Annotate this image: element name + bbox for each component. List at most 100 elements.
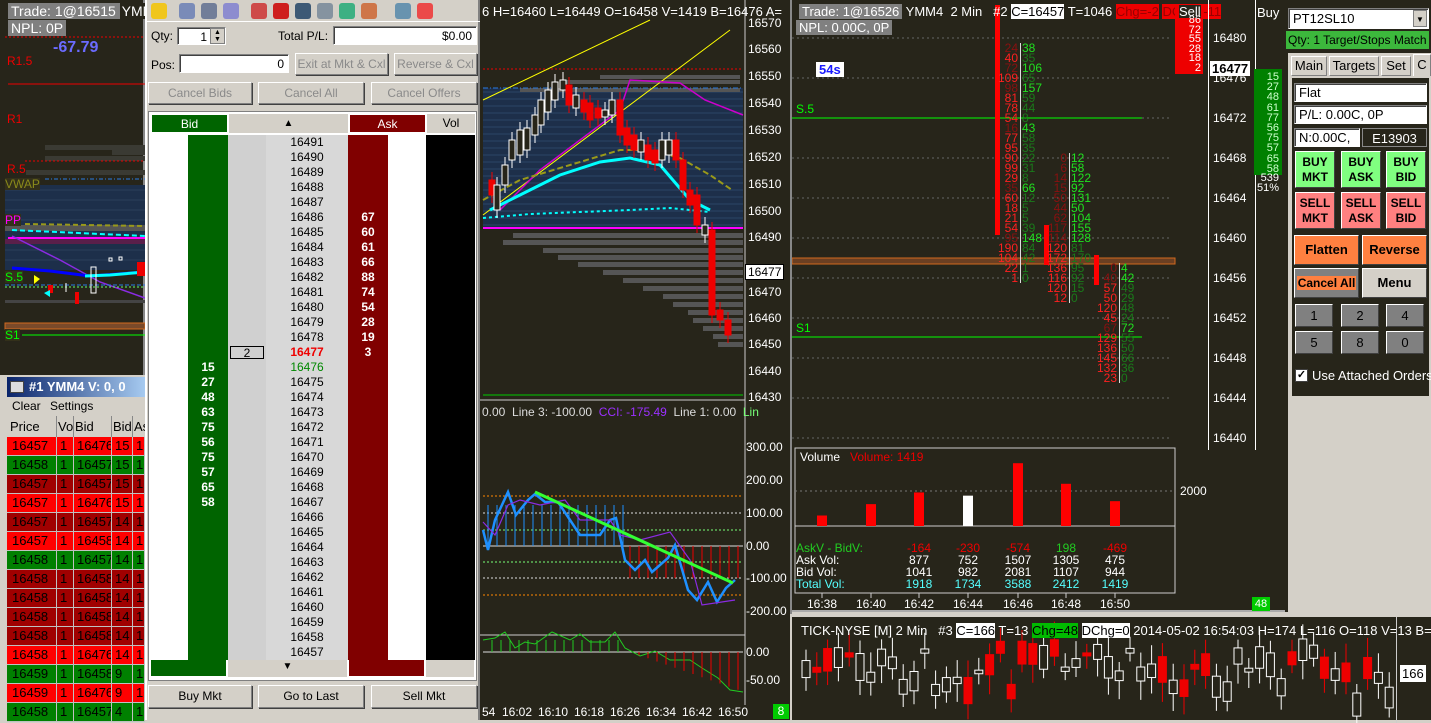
bid-order-cell[interactable]	[150, 210, 188, 225]
footprint-chart[interactable]: 24 38 40 35 72 106 109 65 98 157 81 59 78 44 54 8 16 43 77…	[792, 0, 1285, 612]
bid-order-cell[interactable]	[150, 345, 188, 360]
sell-bid-button[interactable]: SELL BID	[1386, 192, 1426, 229]
chevron-down-icon[interactable]: ▼	[1413, 10, 1427, 27]
ladder-row[interactable]: 57 16469	[150, 465, 475, 480]
ask-order-cell[interactable]	[388, 390, 426, 405]
trade-row[interactable]: 164581164581416	[7, 589, 145, 608]
menu-clear[interactable]: Clear	[12, 400, 41, 412]
cancel-all-button[interactable]: Cancel All	[258, 82, 364, 104]
ladder-row[interactable]: 65 16468	[150, 480, 475, 495]
working-order-cell[interactable]	[228, 390, 266, 405]
bid-size-cell[interactable]: 63	[188, 405, 228, 420]
working-order-cell[interactable]: 2	[228, 345, 266, 360]
ask-order-cell[interactable]	[388, 495, 426, 510]
bid-size-cell[interactable]: 48	[188, 390, 228, 405]
ladder-row[interactable]: 16464	[150, 540, 475, 555]
ladder-row[interactable]: 16483 66	[150, 255, 475, 270]
ask-order-cell[interactable]	[388, 630, 426, 645]
cancel-all-button[interactable]: Cancel All	[1294, 268, 1359, 298]
bid-order-cell[interactable]	[150, 555, 188, 570]
qty-preset-button[interactable]: 2	[1341, 304, 1379, 327]
buy-bid-button[interactable]: BUY BID	[1386, 151, 1426, 188]
ask-size-cell[interactable]	[348, 390, 388, 405]
ask-order-cell[interactable]	[388, 510, 426, 525]
vol-header[interactable]: Vol	[427, 114, 475, 133]
bid-order-cell[interactable]	[150, 615, 188, 630]
ask-size-cell[interactable]	[348, 480, 388, 495]
ask-order-cell[interactable]	[388, 315, 426, 330]
ladder-row[interactable]: 75 16472	[150, 420, 475, 435]
ladder-row[interactable]: 58 16467	[150, 495, 475, 510]
bid-order-cell[interactable]	[150, 405, 188, 420]
tab-set[interactable]: Set	[1381, 56, 1411, 76]
qty-spinner[interactable]: ▲ ▼	[210, 28, 225, 44]
ladder-row[interactable]: 63 16473	[150, 405, 475, 420]
bid-order-cell[interactable]	[150, 495, 188, 510]
ask-size-cell[interactable]	[348, 510, 388, 525]
ask-order-cell[interactable]	[388, 285, 426, 300]
bid-size-cell[interactable]: 75	[188, 420, 228, 435]
left-chart[interactable]: Trade: 1@16515 YMM4 NPL: 0P -67.79 R1.5 …	[0, 0, 168, 375]
bid-order-cell[interactable]	[150, 420, 188, 435]
ladder-row[interactable]: 2 16477 3	[150, 345, 475, 360]
bid-order-cell[interactable]	[150, 465, 188, 480]
bid-footer[interactable]	[150, 657, 227, 677]
col-bid[interactable]: Bid	[75, 416, 112, 438]
trade-row[interactable]: 164571164571516	[7, 475, 145, 494]
trade-row[interactable]: 164581164581416	[7, 627, 145, 646]
bid-order-cell[interactable]	[150, 645, 188, 660]
bid-order-cell[interactable]	[150, 390, 188, 405]
ask-order-cell[interactable]	[388, 540, 426, 555]
ask-order-cell[interactable]	[388, 600, 426, 615]
ask-size-cell[interactable]	[348, 165, 388, 180]
qty-preset-button[interactable]: 8	[1341, 331, 1379, 354]
ask-footer[interactable]	[348, 657, 425, 677]
ladder-row[interactable]: 16457	[150, 645, 475, 660]
trade-row[interactable]: 164571164761516	[7, 494, 145, 513]
ask-order-cell[interactable]	[388, 555, 426, 570]
bid-order-cell[interactable]	[150, 270, 188, 285]
bid-order-cell[interactable]	[150, 540, 188, 555]
ladder-row[interactable]: 16490	[150, 150, 475, 165]
ladder-row[interactable]: 16462	[150, 570, 475, 585]
bid-size-cell[interactable]: 27	[188, 375, 228, 390]
ask-order-cell[interactable]	[388, 180, 426, 195]
bid-size-cell[interactable]	[188, 195, 228, 210]
ask-size-cell[interactable]: 19	[348, 330, 388, 345]
bid-header[interactable]: Bid	[151, 114, 228, 133]
trade-row[interactable]: 16459116476916	[7, 684, 145, 703]
ask-size-cell[interactable]	[348, 450, 388, 465]
ask-order-cell[interactable]	[388, 210, 426, 225]
col-bidsize[interactable]: Bid	[113, 416, 133, 438]
working-order-cell[interactable]	[228, 495, 266, 510]
ladder-row[interactable]: 16482 88	[150, 270, 475, 285]
ladder-row[interactable]: 16481 74	[150, 285, 475, 300]
col-price[interactable]: Price	[10, 416, 57, 438]
bid-size-cell[interactable]	[188, 330, 228, 345]
bid-size-cell[interactable]	[188, 270, 228, 285]
working-order-cell[interactable]	[228, 510, 266, 525]
bid-order-cell[interactable]	[150, 150, 188, 165]
sell-ask-button[interactable]: SELL ASK	[1341, 192, 1381, 229]
working-order-cell[interactable]	[228, 435, 266, 450]
ask-order-cell[interactable]	[388, 255, 426, 270]
trade-row[interactable]: 164581164571416	[7, 551, 145, 570]
bid-order-cell[interactable]	[150, 255, 188, 270]
bid-order-cell[interactable]	[150, 375, 188, 390]
color-icon[interactable]	[417, 3, 433, 19]
bid-size-cell[interactable]: 15	[188, 360, 228, 375]
ask-size-cell[interactable]	[348, 585, 388, 600]
ask-size-cell[interactable]	[348, 570, 388, 585]
ladder-row[interactable]: 16461	[150, 585, 475, 600]
ask-size-cell[interactable]: 88	[348, 270, 388, 285]
ask-order-cell[interactable]	[388, 645, 426, 660]
ask-size-cell[interactable]: 28	[348, 315, 388, 330]
trade-row[interactable]: 16458116457416	[7, 703, 145, 722]
bid-size-cell[interactable]	[188, 315, 228, 330]
ladder-row[interactable]: 16485 60	[150, 225, 475, 240]
bid-order-cell[interactable]	[150, 225, 188, 240]
bid-size-cell[interactable]	[188, 570, 228, 585]
bid-order-cell[interactable]	[150, 630, 188, 645]
ask-order-cell[interactable]	[388, 150, 426, 165]
ask-order-cell[interactable]	[388, 570, 426, 585]
